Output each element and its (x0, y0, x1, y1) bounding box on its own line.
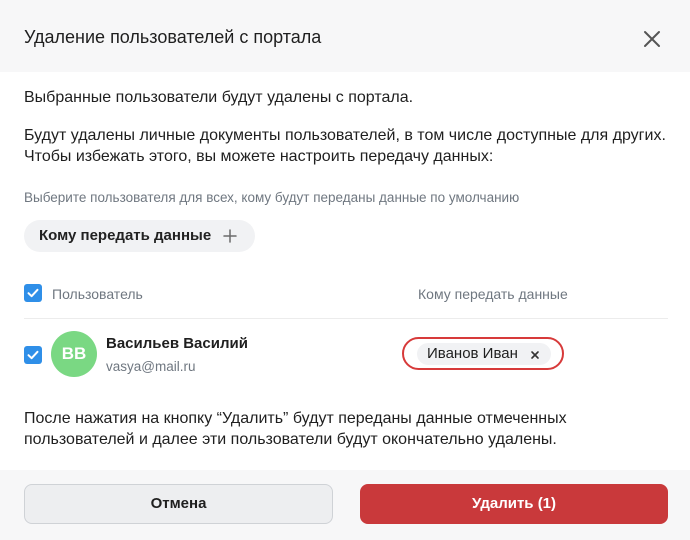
row-checkbox[interactable] (24, 346, 42, 364)
dialog-title: Удаление пользователей с портала (24, 27, 322, 47)
assign-recipient-button[interactable]: Кому передать данные (24, 220, 255, 252)
info-line-3: Чтобы избежать этого, вы можете настроит… (24, 148, 494, 165)
info-line-2: Будут удалены личные документы пользоват… (24, 127, 666, 144)
column-header-recipient: Кому передать данные (418, 286, 568, 302)
remove-recipient-icon[interactable] (529, 348, 541, 360)
column-header-user: Пользователь (52, 286, 143, 302)
cancel-button[interactable]: Отмена (24, 484, 333, 524)
plus-icon (222, 228, 238, 244)
avatar: ВВ (51, 331, 97, 377)
deletion-notice: После нажатия на кнопку “Удалить” будут … (24, 410, 567, 448)
delete-button[interactable]: Удалить (1) (360, 484, 668, 524)
recipient-chip[interactable]: Иванов Иван (417, 343, 551, 365)
default-transfer-hint: Выберите пользователя для всех, кому буд… (24, 190, 520, 205)
recipient-chip-label: Иванов Иван (427, 345, 518, 362)
checkmark-icon (27, 350, 39, 360)
table-divider (24, 318, 668, 319)
assign-recipient-label: Кому передать данные (39, 227, 212, 244)
info-line-1: Выбранные пользователи будут удалены с п… (24, 89, 414, 106)
checkmark-icon (27, 288, 39, 298)
user-email: vasya@mail.ru (106, 359, 196, 374)
user-name: Васильев Василий (106, 335, 248, 352)
close-icon[interactable] (637, 24, 667, 54)
select-all-checkbox[interactable] (24, 284, 42, 302)
